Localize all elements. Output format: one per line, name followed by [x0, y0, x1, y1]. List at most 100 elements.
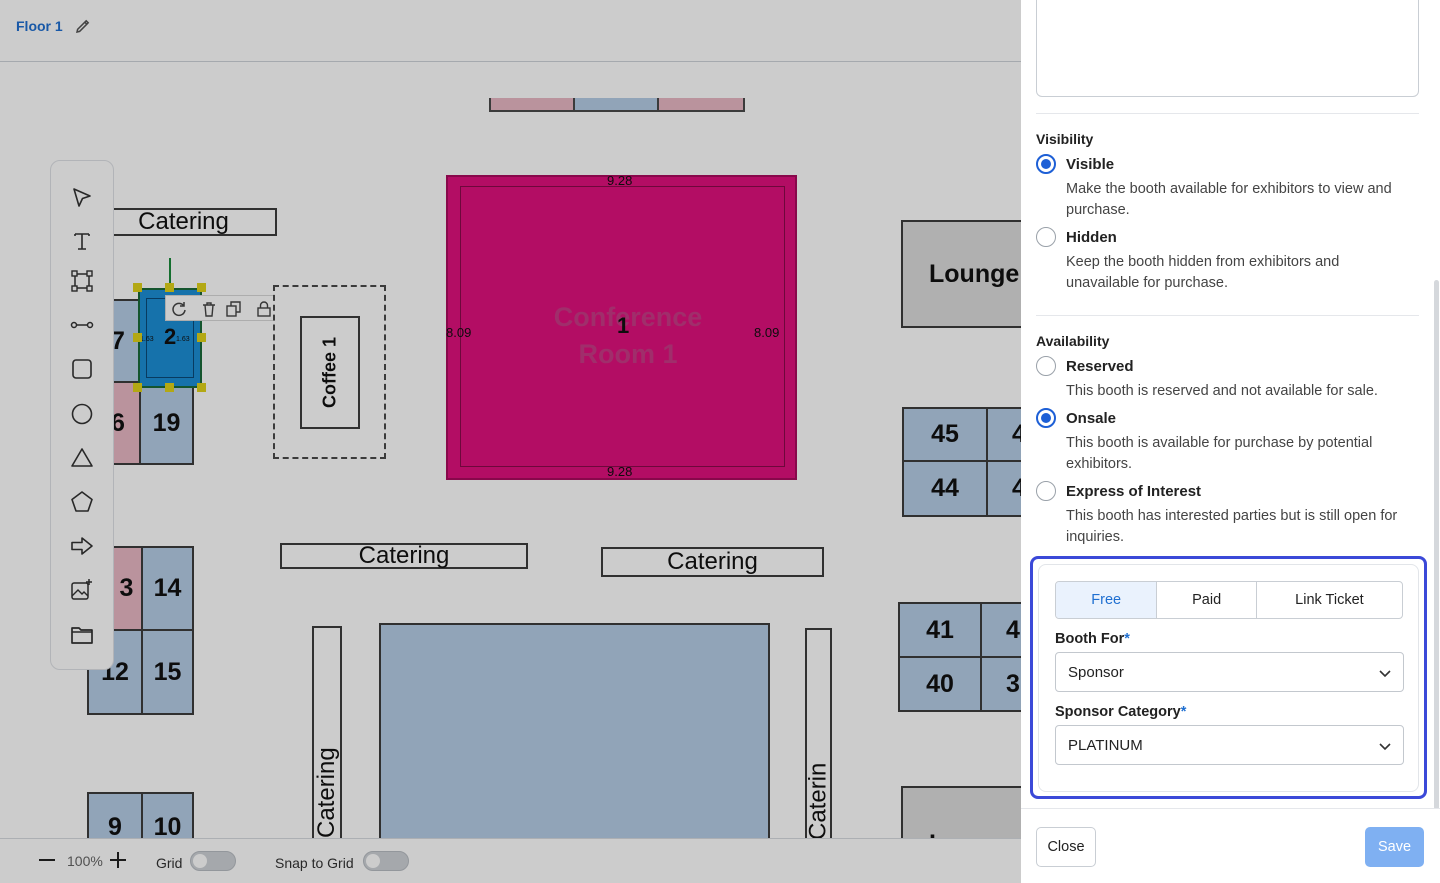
- rectangle-tool-icon[interactable]: [69, 356, 95, 382]
- pentagon-tool-icon[interactable]: [69, 489, 95, 515]
- booth[interactable]: 40: [898, 656, 982, 712]
- resize-handle[interactable]: [133, 383, 142, 392]
- lock-icon[interactable]: [255, 300, 273, 318]
- booth[interactable]: 15: [141, 629, 194, 715]
- sponsor-category-label-text: Sponsor Category: [1055, 704, 1181, 720]
- visible-radio[interactable]: [1036, 154, 1056, 174]
- tab-free[interactable]: Free: [1056, 582, 1158, 618]
- pencil-icon[interactable]: [74, 19, 90, 35]
- catering-area[interactable]: Catering: [312, 626, 342, 838]
- booth-for-select[interactable]: Sponsor: [1055, 652, 1404, 692]
- lounge-area[interactable]: L: [901, 786, 1021, 838]
- catering-area[interactable]: Catering: [90, 208, 277, 236]
- chevron-down-icon: [1379, 670, 1391, 678]
- sponsor-category-select[interactable]: PLATINUM: [1055, 725, 1404, 765]
- onsale-label[interactable]: Onsale: [1066, 410, 1116, 427]
- exhibit-hall[interactable]: [379, 623, 770, 838]
- description-textarea[interactable]: [1036, 0, 1419, 97]
- booth[interactable]: 4: [986, 460, 1021, 517]
- arrow-tool-icon[interactable]: [69, 533, 95, 559]
- tab-link-ticket[interactable]: Link Ticket: [1257, 582, 1402, 618]
- booth[interactable]: 14: [141, 546, 194, 631]
- reserved-radio[interactable]: [1036, 356, 1056, 376]
- dimension-label: 1.63: [140, 336, 154, 343]
- visible-label[interactable]: Visible: [1066, 156, 1114, 173]
- add-image-icon[interactable]: [69, 577, 95, 603]
- polygon-nodes-icon[interactable]: [69, 268, 95, 294]
- hidden-label[interactable]: Hidden: [1066, 229, 1117, 246]
- floor-name[interactable]: Floor 1: [16, 18, 63, 34]
- onsale-radio[interactable]: [1036, 408, 1056, 428]
- express-of-interest-label[interactable]: Express of Interest: [1066, 483, 1201, 500]
- dimension-label: 1.63: [176, 336, 190, 343]
- required-marker: *: [1124, 631, 1130, 647]
- resize-handle[interactable]: [165, 383, 174, 392]
- booth-number: 15: [153, 657, 182, 686]
- catering-label: Catering: [667, 548, 758, 575]
- lounge-area[interactable]: Lounge: [901, 220, 1021, 328]
- booth-number: 4: [1012, 474, 1021, 502]
- snap-to-grid-toggle[interactable]: [363, 851, 409, 871]
- text-tool-icon[interactable]: [69, 228, 95, 254]
- trash-icon[interactable]: [200, 300, 218, 318]
- resize-handle[interactable]: [197, 333, 206, 342]
- folder-icon[interactable]: [69, 622, 95, 648]
- booth[interactable]: 9: [87, 792, 143, 838]
- resize-handle[interactable]: [133, 283, 142, 292]
- resize-handle[interactable]: [133, 333, 142, 342]
- rotate-icon[interactable]: [170, 300, 188, 318]
- booth[interactable]: 44: [902, 460, 988, 517]
- hidden-radio[interactable]: [1036, 227, 1056, 247]
- booth-strip-pink[interactable]: [489, 98, 575, 112]
- chevron-down-icon: [1379, 743, 1391, 751]
- dimension-label: 8.09: [446, 325, 472, 340]
- visible-description: Make the booth available for exhibitors …: [1066, 181, 1392, 218]
- divider: [1036, 315, 1419, 316]
- close-button[interactable]: Close: [1036, 827, 1096, 867]
- zoom-out-icon[interactable]: [36, 849, 58, 871]
- conference-room[interactable]: Conference Room 1 1: [446, 175, 797, 480]
- resize-handle[interactable]: [165, 283, 174, 292]
- grid-toggle[interactable]: [190, 851, 236, 871]
- triangle-tool-icon[interactable]: [69, 445, 95, 471]
- catering-area[interactable]: Catering: [280, 542, 528, 569]
- booth[interactable]: 19: [139, 381, 194, 465]
- dimension-label: 9.28: [607, 464, 633, 479]
- catering-label: Catering: [138, 208, 229, 235]
- booth[interactable]: 3: [110, 546, 143, 631]
- coffee-station[interactable]: Coffee 1: [300, 316, 360, 429]
- circle-tool-icon[interactable]: [69, 401, 95, 427]
- express-of-interest-description: This booth has interested parties but is…: [1066, 508, 1398, 545]
- booth[interactable]: 45: [902, 407, 988, 462]
- booth-strip-pink[interactable]: [657, 98, 745, 112]
- booth[interactable]: 4: [980, 602, 1021, 658]
- floor-canvas[interactable]: Catering 7 6 19 2 1.63 1.63 Coffee 1 Con…: [0, 62, 1021, 838]
- resize-handle[interactable]: [197, 383, 206, 392]
- catering-area[interactable]: Catering: [601, 547, 824, 577]
- tab-paid[interactable]: Paid: [1157, 582, 1257, 618]
- lounge-label: L: [929, 830, 944, 839]
- conference-room-number: 1: [617, 313, 630, 338]
- line-tool-icon[interactable]: [69, 312, 95, 338]
- express-of-interest-radio[interactable]: [1036, 481, 1056, 501]
- reserved-description: This booth is reserved and not available…: [1066, 383, 1378, 399]
- booth-number: 4: [1006, 615, 1020, 644]
- booth[interactable]: 41: [898, 602, 982, 658]
- booth-for-label-text: Booth For: [1055, 631, 1125, 647]
- dimension-label: 9.28: [607, 173, 633, 188]
- booth[interactable]: 3: [980, 656, 1021, 712]
- duplicate-icon[interactable]: [225, 300, 243, 318]
- zoom-in-icon[interactable]: [107, 849, 129, 871]
- catering-area[interactable]: Caterin: [805, 628, 832, 838]
- booth[interactable]: 10: [141, 792, 194, 838]
- pricing-section: Free Paid Link Ticket Booth For* Sponsor…: [1038, 564, 1419, 792]
- booth[interactable]: 4: [986, 407, 1021, 462]
- save-button[interactable]: Save: [1365, 827, 1424, 867]
- drawing-toolbar: [50, 160, 114, 670]
- select-pointer-icon[interactable]: [69, 185, 95, 211]
- booth-number: 40: [926, 669, 954, 698]
- reserved-label[interactable]: Reserved: [1066, 358, 1134, 375]
- scrollbar[interactable]: [1434, 280, 1439, 810]
- zoom-level: 100%: [67, 853, 103, 869]
- resize-handle[interactable]: [197, 283, 206, 292]
